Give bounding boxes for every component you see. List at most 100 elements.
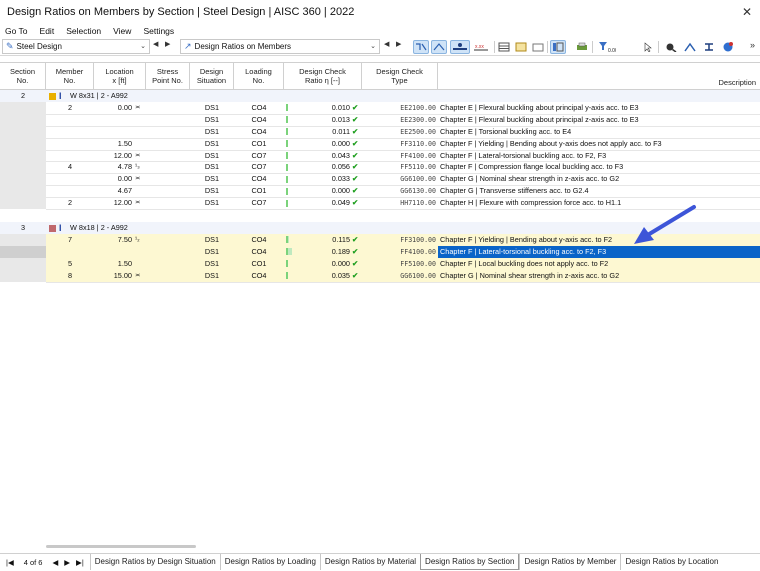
design-situation: DS1 bbox=[204, 198, 220, 208]
check-ok-icon: ✔ bbox=[352, 234, 359, 244]
col-header-member[interactable]: Member No. bbox=[46, 63, 94, 90]
toolbar-separator bbox=[658, 41, 659, 53]
ratio-value: 0.000 bbox=[331, 186, 350, 196]
filter-table-icon[interactable] bbox=[530, 40, 546, 54]
design-situation: DS1 bbox=[204, 186, 220, 196]
ratio-value: 0.011 bbox=[332, 126, 350, 136]
loading-no: CO1 bbox=[251, 138, 267, 148]
section-color-swatch bbox=[49, 92, 56, 100]
pointer-icon[interactable] bbox=[640, 40, 656, 54]
search-icon[interactable] bbox=[663, 40, 679, 54]
location-value: 0.00 bbox=[117, 102, 132, 112]
col-header-description[interactable]: Description bbox=[438, 63, 760, 90]
loading-no: CO4 bbox=[251, 234, 267, 244]
check-description: Chapter H | Flexure with compression for… bbox=[440, 198, 622, 208]
horizontal-scrollbar[interactable] bbox=[46, 545, 196, 548]
design-situation: DS1 bbox=[204, 174, 220, 184]
col-header-location[interactable]: Location x [ft] bbox=[94, 63, 146, 90]
section-name: W 8x18 | 2 - A992 bbox=[70, 223, 128, 233]
ratio-bar bbox=[286, 128, 288, 136]
location-marker: ≍ bbox=[135, 151, 141, 159]
steel-design-icon: ✎ bbox=[6, 41, 14, 51]
location-marker bbox=[135, 126, 145, 138]
ratio-bar bbox=[286, 236, 289, 244]
col-header-section[interactable]: Section No. bbox=[0, 63, 46, 90]
loading-no: CO4 bbox=[251, 174, 267, 184]
menu-go-to[interactable]: Go To bbox=[5, 26, 28, 36]
loading-no: CO1 bbox=[251, 186, 267, 196]
table-view-icon[interactable] bbox=[496, 40, 512, 54]
check-ok-icon: ✔ bbox=[352, 126, 359, 136]
axes-icon[interactable]: x.xx bbox=[471, 40, 491, 54]
ratio-value: 0.043 bbox=[331, 150, 350, 160]
show-result-icon[interactable] bbox=[450, 40, 470, 54]
check-type: FF5110.00 bbox=[400, 163, 436, 172]
last-page-icon[interactable]: ▶| bbox=[76, 558, 84, 567]
ratio-bar bbox=[286, 248, 292, 256]
menu-selection[interactable]: Selection bbox=[66, 26, 101, 36]
col-header-stress-point[interactable]: Stress Point No. bbox=[146, 63, 190, 90]
prev-module-arrow[interactable]: ◀ bbox=[153, 40, 158, 48]
toolbar-overflow-icon[interactable]: » bbox=[750, 40, 755, 50]
design-situation: DS1 bbox=[204, 126, 220, 136]
tab-member[interactable]: Design Ratios by Member bbox=[519, 554, 620, 570]
menu-edit[interactable]: Edit bbox=[40, 26, 55, 36]
prev-page-icon[interactable]: ◀ bbox=[52, 558, 58, 567]
select-sets-icon[interactable] bbox=[431, 40, 447, 54]
member-view-icon[interactable] bbox=[682, 40, 698, 54]
module-select-value: Steel Design bbox=[16, 42, 62, 51]
print-icon[interactable] bbox=[574, 40, 590, 54]
loading-no: CO4 bbox=[251, 102, 267, 112]
annotation-arrow-icon bbox=[634, 205, 696, 244]
check-description: Chapter G | Transverse stiffeners acc. t… bbox=[440, 186, 589, 196]
next-module-arrow[interactable]: ▶ bbox=[165, 40, 170, 48]
tab-material[interactable]: Design Ratios by Material bbox=[319, 554, 420, 570]
tab-design-situation[interactable]: Design Ratios by Design Situation bbox=[89, 554, 220, 570]
location-value bbox=[94, 246, 132, 258]
next-page-icon[interactable]: ▶ bbox=[64, 558, 70, 567]
col-header-ratio[interactable]: Design Check Ratio η [--] bbox=[284, 63, 362, 90]
columns-icon[interactable] bbox=[550, 40, 566, 54]
ratio-bar bbox=[286, 260, 288, 268]
col-header-design-situation[interactable]: Design Situation bbox=[190, 63, 234, 90]
window-title: Design Ratios on Members by Section | St… bbox=[7, 6, 355, 18]
info-icon[interactable] bbox=[720, 40, 736, 54]
section-view-icon[interactable] bbox=[701, 40, 717, 54]
prev-table-arrow[interactable]: ◀ bbox=[384, 40, 389, 48]
location-marker: ¹₃ bbox=[135, 163, 140, 171]
tab-loading[interactable]: Design Ratios by Loading bbox=[219, 554, 320, 570]
ratio-bar bbox=[286, 152, 288, 159]
excel-export-icon[interactable] bbox=[513, 40, 529, 54]
svg-text:0.00: 0.00 bbox=[608, 48, 616, 53]
table-select[interactable]: ↗ Design Ratios on Members ⌄ bbox=[180, 39, 380, 54]
next-table-arrow[interactable]: ▶ bbox=[396, 40, 401, 48]
first-page-icon[interactable]: |◀ bbox=[6, 558, 14, 567]
module-select[interactable]: ✎ Steel Design ⌄ bbox=[2, 39, 150, 54]
design-situation: DS1 bbox=[204, 162, 220, 172]
ratio-value: 0.049 bbox=[331, 198, 350, 208]
member-no: 5 bbox=[67, 258, 73, 268]
check-ok-icon: ✔ bbox=[352, 258, 359, 268]
select-members-icon[interactable] bbox=[413, 40, 429, 54]
ratio-value: 0.000 bbox=[331, 258, 350, 268]
ratio-bar bbox=[286, 116, 288, 124]
ratio-bar bbox=[286, 175, 288, 183]
sheet-tab-bar: |◀ 4 of 6 ◀ ▶ ▶| Design Ratios by Design… bbox=[0, 553, 760, 570]
member-no: 8 bbox=[67, 270, 73, 280]
ratio-bar bbox=[286, 163, 288, 171]
tab-section[interactable]: Design Ratios by Section bbox=[420, 554, 520, 570]
close-icon[interactable]: ✕ bbox=[739, 4, 755, 20]
ratio-bar bbox=[286, 104, 288, 112]
col-header-check-type[interactable]: Design Check Type bbox=[362, 63, 438, 90]
page-navigator: |◀ 4 of 6 ◀ ▶ ▶| bbox=[0, 554, 90, 571]
location-value: 4.78 bbox=[117, 162, 132, 172]
ratio-filter-icon[interactable]: 0.00 bbox=[597, 40, 617, 54]
section-number: 2 bbox=[20, 91, 26, 100]
menu-settings[interactable]: Settings bbox=[143, 26, 174, 36]
section-number: 3 bbox=[20, 223, 26, 233]
menu-view[interactable]: View bbox=[113, 26, 131, 36]
col-header-loading[interactable]: Loading No. bbox=[234, 63, 284, 90]
loading-no: CO1 bbox=[251, 258, 267, 268]
tab-location[interactable]: Design Ratios by Location bbox=[620, 554, 722, 570]
loading-no: CO4 bbox=[251, 246, 267, 256]
